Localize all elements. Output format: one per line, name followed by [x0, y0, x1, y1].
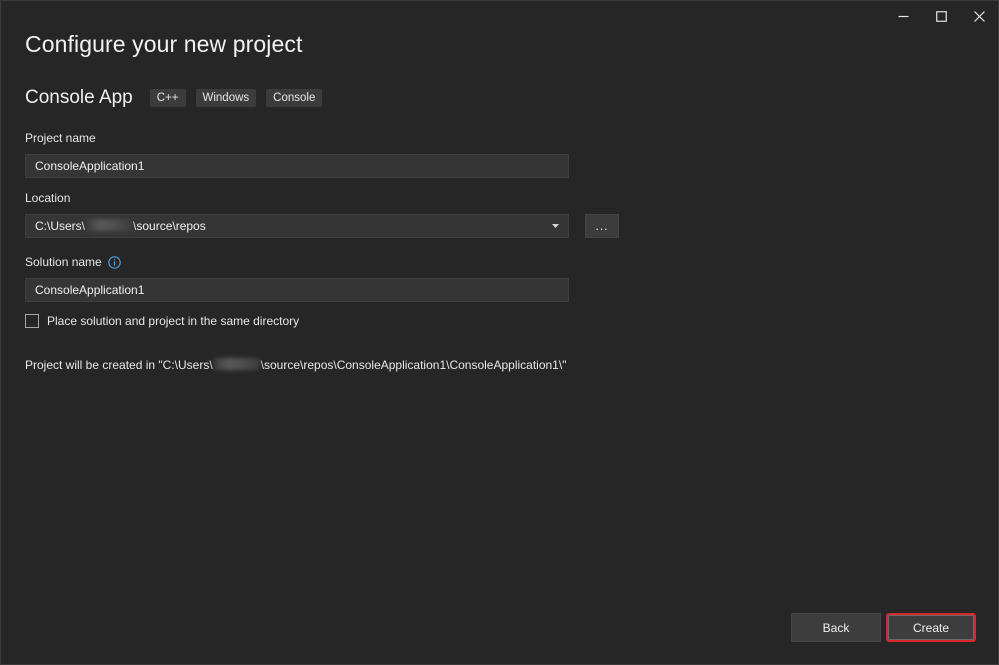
solution-name-input[interactable]	[25, 278, 569, 302]
redacted-username-preview	[213, 358, 260, 370]
project-location-preview: Project will be created in "C:\Users\ \so…	[25, 358, 566, 372]
location-value: C:\Users\ \source\repos	[35, 219, 552, 233]
tag-platform: Windows	[195, 89, 257, 107]
tag-project-type: Console	[266, 89, 323, 107]
template-info: Console App C++ Windows Console	[25, 87, 332, 109]
browse-button[interactable]: ...	[585, 214, 619, 238]
location-label: Location	[25, 191, 71, 205]
minimize-icon	[898, 15, 908, 17]
dropdown-arrow-icon	[552, 224, 559, 228]
maximize-button[interactable]	[922, 1, 960, 31]
location-dropdown[interactable]: C:\Users\ \source\repos	[25, 214, 569, 238]
location-value-suffix: \source\repos	[133, 219, 206, 233]
minimize-button[interactable]	[884, 1, 922, 31]
close-icon	[973, 10, 985, 22]
location-value-prefix: C:\Users\	[35, 219, 86, 233]
project-name-input[interactable]	[25, 154, 569, 178]
configure-project-dialog: Configure your new project Console App C…	[0, 0, 999, 665]
redacted-username	[86, 219, 133, 231]
close-button[interactable]	[960, 1, 998, 31]
back-button[interactable]: Back	[791, 613, 881, 642]
same-directory-label: Place solution and project in the same d…	[47, 314, 300, 328]
page-title: Configure your new project	[25, 31, 303, 57]
solution-name-label-text: Solution name	[25, 255, 102, 269]
window-controls	[884, 1, 998, 31]
solution-name-label: Solution name	[25, 255, 121, 269]
tag-language: C++	[149, 89, 186, 107]
created-path-suffix: \source\repos\ConsoleApplication1\Consol…	[260, 358, 567, 372]
same-directory-option[interactable]: Place solution and project in the same d…	[25, 314, 299, 328]
create-button[interactable]: Create	[886, 613, 976, 642]
maximize-icon	[935, 10, 947, 22]
same-directory-checkbox[interactable]	[25, 314, 39, 328]
template-name: Console App	[25, 87, 133, 108]
created-path-prefix: Project will be created in "C:\Users\	[25, 358, 213, 372]
info-icon[interactable]	[107, 255, 121, 269]
project-name-label: Project name	[25, 131, 96, 145]
